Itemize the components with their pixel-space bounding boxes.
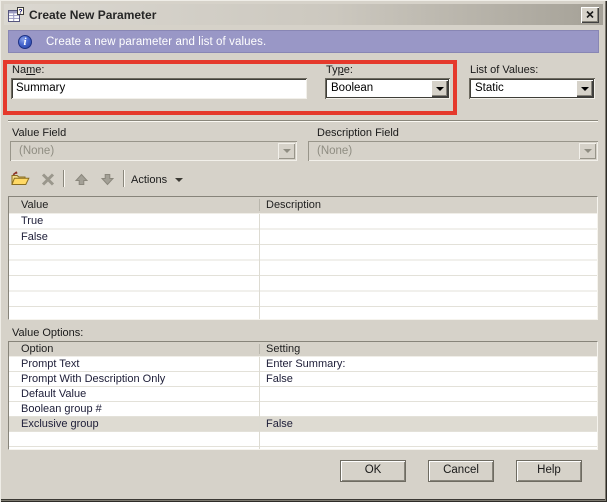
- value-options-header: Option Setting: [9, 342, 597, 357]
- ok-button[interactable]: OK: [340, 460, 406, 482]
- toolbar-separator: [63, 170, 65, 187]
- info-icon: i: [18, 35, 32, 49]
- open-folder-icon: [11, 171, 30, 187]
- value-row[interactable]: False: [9, 230, 597, 246]
- banner-text: Create a new parameter and list of value…: [46, 36, 266, 48]
- close-button[interactable]: [581, 7, 599, 23]
- description-field-dropdown-button: [579, 143, 596, 159]
- cancel-button[interactable]: Cancel: [428, 460, 494, 482]
- option-column-header: Option: [9, 342, 259, 356]
- name-label: Name:: [12, 64, 44, 77]
- setting-column-header: Setting: [259, 342, 597, 356]
- dropdown-arrow-icon: [436, 87, 444, 91]
- list-of-values-dropdown-button[interactable]: [576, 80, 593, 97]
- actions-menu-button[interactable]: Actions: [131, 171, 183, 189]
- option-row[interactable]: Prompt With Description Only False: [9, 372, 597, 387]
- description-column-header: Description: [259, 197, 597, 213]
- value-field-dropdown-button: [278, 143, 295, 159]
- delete-x-icon: [41, 173, 55, 186]
- arrow-up-icon: [75, 173, 88, 186]
- create-new-parameter-dialog: ? Create New Parameter i Create a new pa…: [0, 0, 607, 502]
- value-row[interactable]: True: [9, 214, 597, 230]
- move-up-button: [71, 169, 91, 189]
- section-separator: [8, 120, 598, 122]
- column-divider: [259, 344, 260, 354]
- values-grid: Value Description True False: [8, 196, 598, 320]
- move-down-button: [97, 169, 117, 189]
- description-field-label: Description Field: [317, 127, 399, 140]
- title-bar: ? Create New Parameter: [4, 4, 603, 25]
- new-value-button[interactable]: [10, 169, 30, 189]
- dropdown-arrow-icon: [581, 87, 589, 91]
- help-button[interactable]: Help: [516, 460, 582, 482]
- value-field-combobox: (None): [10, 141, 297, 161]
- svg-text:?: ?: [19, 8, 23, 15]
- value-options-label: Value Options:: [12, 327, 83, 340]
- values-grid-header: Value Description: [9, 197, 597, 214]
- window-title: Create New Parameter: [29, 8, 581, 22]
- option-row[interactable]: Default Value: [9, 387, 597, 402]
- close-icon: [586, 11, 594, 18]
- type-dropdown-button[interactable]: [431, 80, 448, 97]
- values-grid-body: True False: [9, 214, 597, 319]
- description-field-value: (None): [317, 145, 352, 157]
- actions-label: Actions: [131, 174, 167, 186]
- list-of-values-combobox[interactable]: Static: [469, 78, 595, 99]
- value-field-value: (None): [19, 145, 54, 157]
- type-label: Type:: [326, 64, 353, 77]
- list-of-values-value: Static: [475, 82, 504, 94]
- arrow-down-icon: [101, 173, 114, 186]
- parameter-icon: ?: [8, 7, 24, 22]
- value-column-header: Value: [9, 197, 259, 213]
- name-input-value: Summary: [16, 82, 65, 94]
- dropdown-arrow-icon: [584, 149, 592, 153]
- column-divider: [259, 199, 260, 211]
- toolbar-separator: [123, 170, 125, 187]
- type-combobox[interactable]: Boolean: [325, 78, 450, 99]
- type-combobox-value: Boolean: [331, 82, 373, 94]
- option-row[interactable]: Prompt Text Enter Summary:: [9, 357, 597, 372]
- dropdown-arrow-icon: [283, 149, 291, 153]
- info-banner: i Create a new parameter and list of val…: [8, 30, 599, 53]
- description-field-combobox: (None): [308, 141, 598, 161]
- option-row[interactable]: Boolean group #: [9, 402, 597, 417]
- value-options-body: Prompt Text Enter Summary: Prompt With D…: [9, 357, 597, 449]
- column-divider: [259, 214, 260, 319]
- value-field-label: Value Field: [12, 127, 66, 140]
- option-row-selected[interactable]: Exclusive group False: [9, 417, 597, 431]
- list-of-values-label: List of Values:: [470, 64, 538, 77]
- name-input[interactable]: Summary: [11, 78, 307, 99]
- column-divider: [259, 357, 260, 449]
- dropdown-arrow-icon: [175, 178, 183, 182]
- value-options-grid: Option Setting Prompt Text Enter Summary…: [8, 341, 598, 450]
- delete-value-button: [38, 169, 58, 189]
